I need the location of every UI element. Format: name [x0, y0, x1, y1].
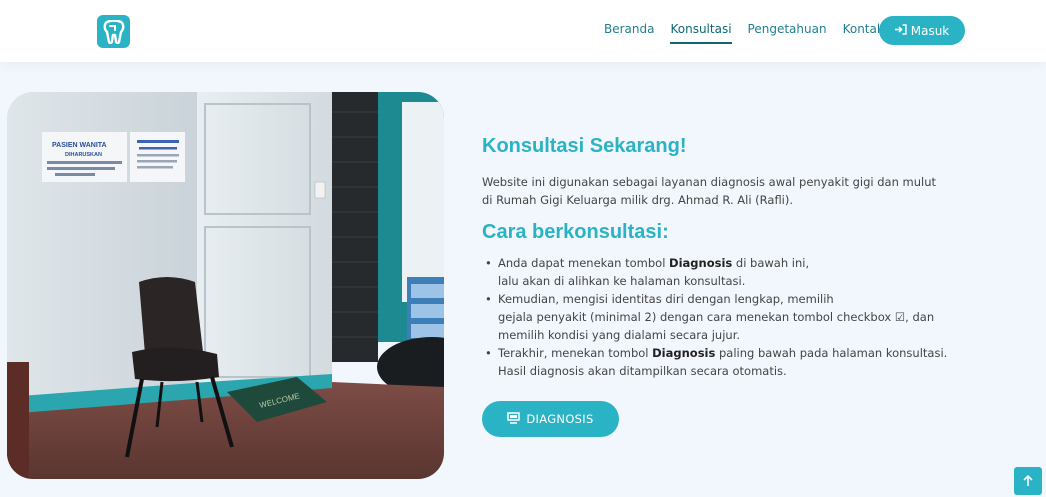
list-item: Terakhir, menekan tombol Diagnosis palin…: [485, 344, 982, 380]
tooth-logo-icon[interactable]: [97, 15, 130, 48]
nav-link-beranda[interactable]: Beranda: [604, 22, 654, 44]
step-line: gejala penyakit (minimal 2) dengan cara …: [498, 310, 935, 324]
page-title: Konsultasi Sekarang!: [482, 135, 687, 157]
login-label: Masuk: [910, 23, 950, 38]
step-line: Hasil diagnosis akan ditampilkan secara …: [498, 364, 787, 378]
waiting-room-photo: PASIEN WANITA DIHARUSKAN WELCOME: [7, 92, 444, 479]
hero-content: Konsultasi Sekarang! Website ini digunak…: [482, 133, 982, 380]
description: Website ini digunakan sebagai layanan di…: [482, 173, 982, 209]
bold-term: Diagnosis: [669, 256, 733, 270]
nav-links: Beranda Konsultasi Pengetahuan Kontak: [604, 22, 884, 44]
bold-term: Diagnosis: [652, 346, 716, 360]
diagnosis-button[interactable]: DIAGNOSIS: [482, 401, 619, 437]
steps-list: Anda dapat menekan tombol Diagnosis di b…: [482, 254, 982, 380]
monitor-icon: [507, 411, 521, 427]
navbar: Beranda Konsultasi Pengetahuan Kontak Ma…: [0, 0, 1046, 62]
description-line: di Rumah Gigi Keluarga milik drg. Ahmad …: [482, 193, 794, 207]
description-line: Website ini digunakan sebagai layanan di…: [482, 175, 936, 189]
nav-link-kontak[interactable]: Kontak: [843, 22, 884, 44]
list-item: Kemudian, mengisi identitas diri dengan …: [485, 290, 982, 344]
section-subtitle: Cara berkonsultasi:: [482, 221, 669, 243]
step-line: Kemudian, mengisi identitas diri dengan …: [498, 292, 834, 306]
login-button[interactable]: Masuk: [879, 16, 965, 45]
step-line: lalu akan di alihkan ke halaman konsulta…: [498, 274, 746, 288]
nav-link-pengetahuan[interactable]: Pengetahuan: [748, 22, 827, 44]
step-line: Terakhir, menekan tombol Diagnosis palin…: [498, 346, 948, 360]
back-to-top-button[interactable]: [1014, 467, 1042, 495]
step-line: Anda dapat menekan tombol Diagnosis di b…: [498, 256, 810, 270]
step-line: memilih kondisi yang dialami secara juju…: [498, 328, 741, 342]
arrow-up-icon: [1022, 472, 1034, 491]
poster1-title: PASIEN WANITA: [52, 142, 107, 149]
nav-link-konsultasi[interactable]: Konsultasi: [670, 22, 732, 44]
list-item: Anda dapat menekan tombol Diagnosis di b…: [485, 254, 982, 290]
login-icon: [894, 23, 907, 38]
diagnosis-label: DIAGNOSIS: [526, 412, 594, 426]
poster1-sub: DIHARUSKAN: [65, 152, 102, 158]
